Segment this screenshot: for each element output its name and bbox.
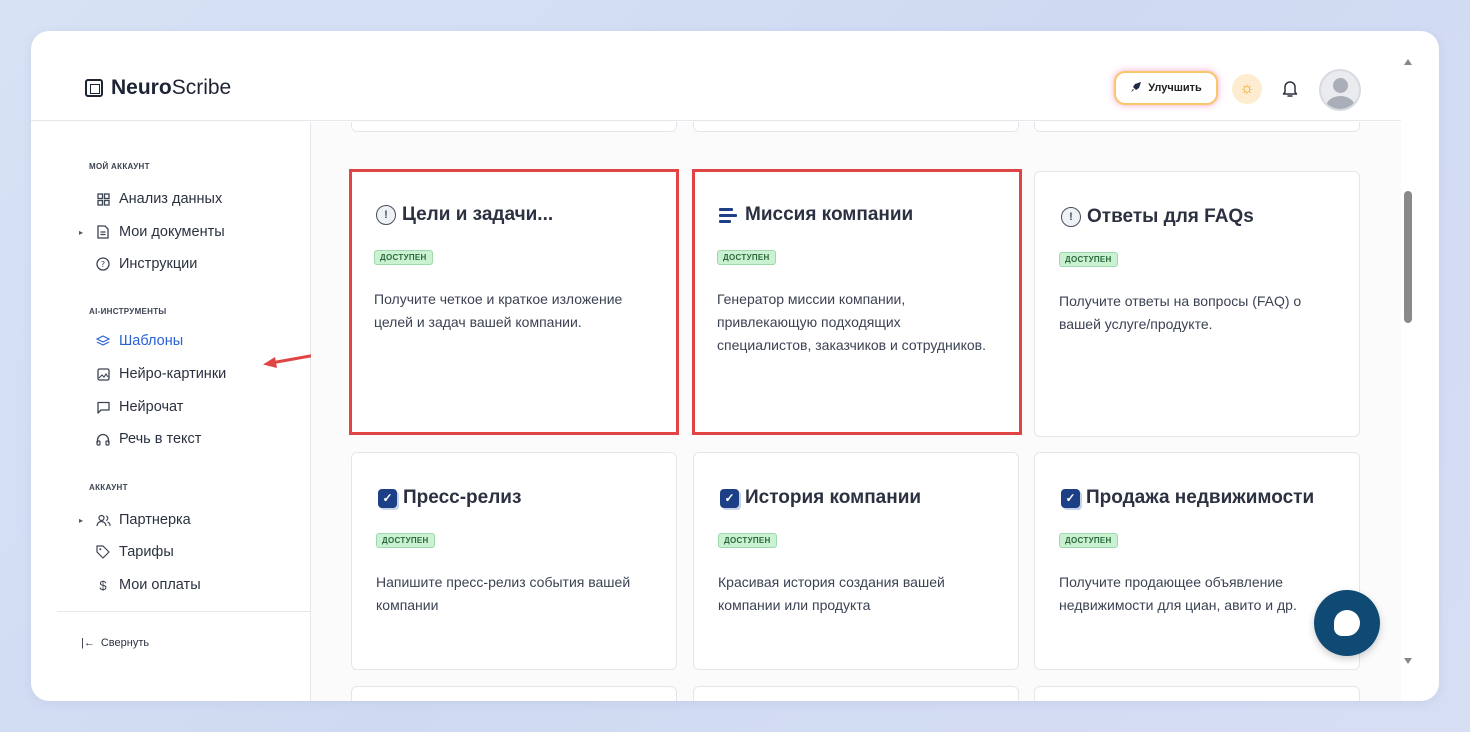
template-card-mission[interactable]: Миссия компании ДОСТУПЕН Генератор мисси… [692,169,1022,435]
templates-grid: ! Цели и задачи... ДОСТУПЕН Получите чет… [311,122,1401,701]
sidebar-item-my-documents[interactable]: ▸ Мои документы [79,224,225,240]
template-card-faq[interactable]: ! Ответы для FAQs ДОСТУПЕН Получите отве… [1034,171,1360,437]
sidebar-item-instructions[interactable]: ? Инструкции [79,256,197,272]
collapse-icon: |← [81,637,95,649]
notifications-button[interactable] [1279,77,1301,101]
logo[interactable]: NeuroScribe [85,76,231,100]
template-card-partial[interactable] [1034,122,1360,132]
status-badge: ДОСТУПЕН [718,533,777,548]
logo-icon [85,79,103,97]
status-badge: ДОСТУПЕН [1059,533,1118,548]
template-card-partial[interactable] [351,122,677,132]
sun-icon: ☼ [1239,80,1255,97]
template-card-goals[interactable]: ! Цели и задачи... ДОСТУПЕН Получите чет… [349,169,679,435]
template-card-real-estate[interactable]: ✓ Продажа недвижимости ДОСТУПЕН Получите… [1034,452,1360,670]
card-title: ! Ответы для FAQs [1061,206,1254,228]
sidebar-item-speech-to-text[interactable]: Речь в текст [79,431,201,447]
card-description: Красивая история создания вашей компании… [718,574,945,613]
section-title-my-account: МОЙ АККАУНТ [89,162,150,171]
scroll-down-icon[interactable] [1404,658,1412,664]
help-circle-icon: ? [91,256,115,272]
theme-toggle-button[interactable]: ☼ [1232,74,1262,104]
bell-icon [1282,81,1298,97]
card-description: Генератор миссии компании, привлекающую … [717,291,987,353]
status-badge: ДОСТУПЕН [1059,252,1118,267]
card-title: ✓ Продажа недвижимости [1061,487,1314,509]
sidebar-item-label: Партнерка [119,512,191,528]
upgrade-button[interactable]: Улучшить [1116,73,1216,103]
svg-text:?: ? [101,260,105,269]
chevron-right-icon[interactable]: ▸ [79,516,89,525]
card-description: Получите продающее объявление недвижимос… [1059,574,1297,613]
sidebar-item-label: Анализ данных [119,191,223,207]
sidebar-item-tariffs[interactable]: Тарифы [79,544,174,560]
alert-circle-icon: ! [376,205,396,225]
sidebar-item-label: Мои оплаты [119,577,201,593]
lines-icon [719,205,739,225]
section-title-account: АККАУНТ [89,483,128,492]
chevron-right-icon[interactable]: ▸ [79,228,89,237]
template-card-partial[interactable] [693,122,1019,132]
sidebar-item-templates[interactable]: Шаблоны [79,333,183,349]
card-title: ✓ Пресс-релиз [378,487,521,509]
template-card-partial[interactable] [1034,686,1360,701]
sidebar-item-label: Тарифы [119,544,174,560]
sidebar-item-data-analysis[interactable]: Анализ данных [79,191,222,207]
image-icon [91,366,115,382]
template-card-company-history[interactable]: ✓ История компании ДОСТУПЕН Красивая ист… [693,452,1019,670]
alert-circle-icon: ! [1061,207,1081,227]
template-card-partial[interactable] [351,686,677,701]
app-window: NeuroScribe Улучшить ☼ МОЙ АККАУНТ Анали… [31,31,1439,701]
checkbox-icon: ✓ [1061,488,1080,508]
upgrade-label: Улучшить [1148,82,1202,94]
card-title: ✓ История компании [720,487,921,509]
headphones-icon [91,431,115,447]
document-icon [91,224,115,240]
sidebar-item-affiliate[interactable]: ▸ Партнерка [79,512,191,528]
card-description: Напишите пресс-релиз события вашей компа… [376,574,631,613]
sidebar-item-neurochat[interactable]: Нейрочат [79,399,183,415]
scrollbar-thumb[interactable] [1404,191,1412,323]
layers-icon [91,333,115,349]
dashboard-icon [91,191,115,207]
status-badge: ДОСТУПЕН [717,250,776,265]
sidebar-item-label: Речь в текст [119,431,202,447]
sidebar-item-neuro-images[interactable]: Нейро-картинки [79,366,226,382]
scrollbar[interactable] [1401,31,1439,701]
chat-bubble-icon [1334,610,1360,636]
sidebar-item-label: Нейро-картинки [119,366,227,382]
sidebar: МОЙ АККАУНТ Анализ данных ▸ Мои документ… [57,122,329,701]
users-icon [91,512,115,528]
sidebar-item-label: Инструкции [119,256,198,272]
rocket-icon [1130,81,1142,96]
dollar-icon: $ [99,577,107,593]
sidebar-item-label: Мои документы [119,224,225,240]
tag-icon [91,544,115,560]
support-chat-button[interactable] [1314,590,1380,656]
collapse-label: Свернуть [100,637,150,649]
sidebar-item-label: Нейрочат [119,399,184,415]
sidebar-item-label: Шаблоны [119,333,184,349]
logo-text: NeuroScribe [111,76,232,99]
scroll-up-icon[interactable] [1404,59,1412,65]
card-description: Получите четкое и краткое изложение целе… [374,291,623,330]
top-header: NeuroScribe Улучшить ☼ [31,31,1401,121]
avatar[interactable] [1319,69,1361,111]
checkbox-icon: ✓ [378,488,397,508]
sidebar-divider [57,611,311,612]
checkbox-icon: ✓ [720,488,739,508]
template-card-partial[interactable] [693,686,1019,701]
card-title: Миссия компании [719,204,913,226]
sidebar-item-my-payments[interactable]: $ Мои оплаты [79,577,201,593]
section-title-ai-tools: AI-ИНСТРУМЕНТЫ [89,307,167,316]
collapse-sidebar-button[interactable]: |← Свернуть [81,637,149,649]
chat-icon [91,399,115,415]
template-card-press-release[interactable]: ✓ Пресс-релиз ДОСТУПЕН Напишите пресс-ре… [351,452,677,670]
card-description: Получите ответы на вопросы (FAQ) о вашей… [1059,293,1302,332]
status-badge: ДОСТУПЕН [374,250,433,265]
status-badge: ДОСТУПЕН [376,533,435,548]
card-title: ! Цели и задачи... [376,204,553,226]
